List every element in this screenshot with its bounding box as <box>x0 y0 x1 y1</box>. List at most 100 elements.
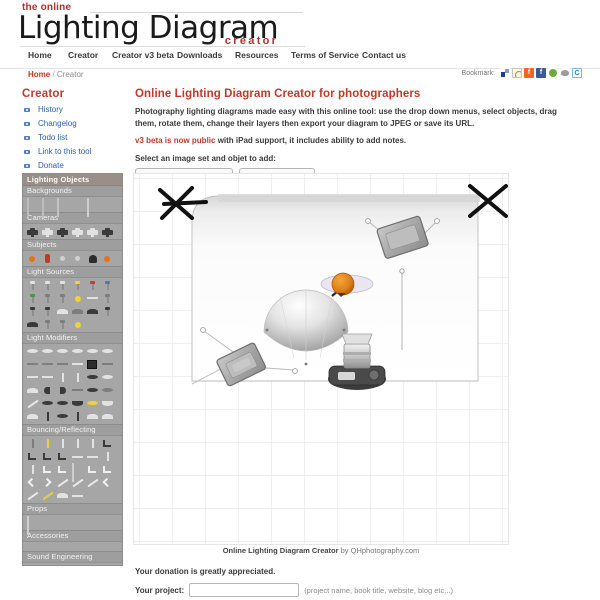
light-bulb-yellow[interactable] <box>71 293 84 304</box>
palette-group-header[interactable]: Accessories <box>23 531 122 542</box>
light-strobe-yellow[interactable] <box>71 280 84 291</box>
reflector-box-white[interactable] <box>71 463 84 482</box>
camera-dslr-light[interactable] <box>41 226 54 237</box>
modifier-box-dark[interactable] <box>86 359 99 370</box>
modifier-strip-1[interactable] <box>26 359 39 370</box>
modifier-softbox-1[interactable] <box>26 346 39 357</box>
modifier-arc-light-2[interactable] <box>101 411 114 422</box>
light-strobe-blue[interactable] <box>101 280 114 291</box>
camera-video-dark[interactable] <box>56 226 69 237</box>
camera-compact-light[interactable] <box>71 226 84 237</box>
light-tripod[interactable] <box>41 319 54 330</box>
browser-c-icon[interactable]: C <box>572 68 582 78</box>
light-strobe-green[interactable] <box>26 293 39 304</box>
sidebar-item-link-to-this-tool[interactable]: Link to this tool <box>22 147 127 156</box>
reflector-diag-1[interactable] <box>56 477 69 488</box>
subject-person-red[interactable] <box>41 253 54 264</box>
reflector-diag-gold[interactable] <box>41 490 54 501</box>
reflector-vert-white-2[interactable] <box>71 438 84 449</box>
reflector-L-white-4[interactable] <box>101 464 114 475</box>
modifier-half-left[interactable] <box>41 385 54 396</box>
sidebar-item-donate[interactable]: Donate <box>22 161 127 170</box>
light-beauty-dish[interactable] <box>86 306 99 317</box>
palette-group-header[interactable]: Props <box>23 504 122 515</box>
nav-item-creator-v3-beta[interactable]: Creator v3 beta <box>112 50 174 60</box>
subject-pose-light[interactable] <box>56 253 69 264</box>
subject-head-orange[interactable] <box>101 253 114 264</box>
modifier-oval-mid[interactable] <box>101 385 114 396</box>
reflector-diag-4[interactable] <box>26 490 39 501</box>
light-reflector-cone[interactable] <box>26 319 39 330</box>
reflector-vert-white-3[interactable] <box>86 438 99 449</box>
background-red-bar[interactable] <box>71 199 84 210</box>
reflector-v-left-2[interactable] <box>101 477 114 488</box>
light-stand-dark[interactable] <box>41 306 54 317</box>
sidebar-item-history[interactable]: History <box>22 105 127 114</box>
modifier-dish-dark[interactable] <box>56 398 69 409</box>
share-gray-icon[interactable] <box>560 68 570 78</box>
site-logo[interactable]: the online Lighting Diagram creator <box>18 2 305 47</box>
sound-speaker-dark[interactable] <box>56 565 69 566</box>
reflector-corner-dark-2[interactable] <box>26 451 39 462</box>
reflector-vert-gray[interactable] <box>26 438 39 449</box>
nav-item-terms-of-service[interactable]: Terms of Service <box>291 50 359 60</box>
palette-group-header[interactable]: Subjects <box>23 240 122 251</box>
palette-group-header[interactable]: Cameras <box>23 213 122 224</box>
reflector-arc-white[interactable] <box>56 490 69 501</box>
modifier-dish-1[interactable] <box>86 372 99 383</box>
reflector-v-left[interactable] <box>26 477 39 488</box>
reflector-vert-thin-2[interactable] <box>26 464 39 475</box>
facebook-icon[interactable]: f <box>536 68 546 78</box>
light-softbox-tall[interactable] <box>101 306 114 317</box>
camera-dslr-dark[interactable] <box>26 226 39 237</box>
nav-item-downloads[interactable]: Downloads <box>177 50 222 60</box>
modifier-softbox-3[interactable] <box>56 346 69 357</box>
modifier-cone-dark[interactable] <box>71 398 84 409</box>
palette-group-header[interactable]: Light Sources <box>23 267 122 278</box>
modifier-bar-vert-2[interactable] <box>71 372 84 383</box>
background-gradient[interactable] <box>56 198 69 217</box>
prop-white-box[interactable] <box>26 516 39 535</box>
light-strobe-gray-3[interactable] <box>56 280 69 291</box>
breadcrumb-home[interactable]: Home <box>28 70 50 79</box>
modifier-cone-light[interactable] <box>101 398 114 409</box>
reflector-horiz-white-2[interactable] <box>86 451 99 462</box>
sound-microphone-1[interactable] <box>71 565 84 566</box>
modifier-arc-light[interactable] <box>86 411 99 422</box>
nav-item-home[interactable]: Home <box>28 50 52 60</box>
modifier-oval-dark-2[interactable] <box>41 398 54 409</box>
modifier-softbox-5[interactable] <box>86 346 99 357</box>
modifier-half-dish[interactable] <box>26 385 39 396</box>
nav-item-contact-us[interactable]: Contact us <box>362 50 406 60</box>
light-tube[interactable] <box>101 293 114 304</box>
camera-compact-mid[interactable] <box>86 226 99 237</box>
light-speedlight-1[interactable] <box>41 293 54 304</box>
reflector-corner-dark[interactable] <box>101 438 114 449</box>
modifier-thin-line[interactable] <box>26 398 39 409</box>
modifier-strip-5[interactable] <box>101 359 114 370</box>
reflector-corner-dark-3[interactable] <box>41 451 54 462</box>
nav-item-creator[interactable]: Creator <box>68 50 98 60</box>
subject-dot[interactable] <box>71 253 84 264</box>
modifier-bar-dark[interactable] <box>41 411 54 422</box>
reflector-line-white[interactable] <box>71 490 84 501</box>
reflector-L-white-3[interactable] <box>86 464 99 475</box>
modifier-strip-6[interactable] <box>71 385 84 396</box>
sound-knob[interactable] <box>41 565 54 566</box>
reflector-L-white[interactable] <box>41 464 54 475</box>
addthis-icon[interactable] <box>500 68 510 78</box>
modifier-bar-vert-1[interactable] <box>56 372 69 383</box>
palette-group-header[interactable]: Backgrounds <box>23 186 122 197</box>
reflector-diag-2[interactable] <box>71 477 84 488</box>
modifier-strip-2[interactable] <box>41 359 54 370</box>
reflector-v-right[interactable] <box>41 477 54 488</box>
sidebar-item-changelog[interactable]: Changelog <box>22 119 127 128</box>
sound-stand[interactable] <box>101 565 114 566</box>
subject-person-small[interactable] <box>26 253 39 264</box>
reflector-horiz-white[interactable] <box>71 451 84 462</box>
light-strobe-red[interactable] <box>86 280 99 291</box>
palette-group-header[interactable]: Bouncing/Reflecting <box>23 425 122 436</box>
light-strobe-gray-1[interactable] <box>26 280 39 291</box>
reflector-L-white-2[interactable] <box>56 464 69 475</box>
light-speedlight-2[interactable] <box>56 293 69 304</box>
